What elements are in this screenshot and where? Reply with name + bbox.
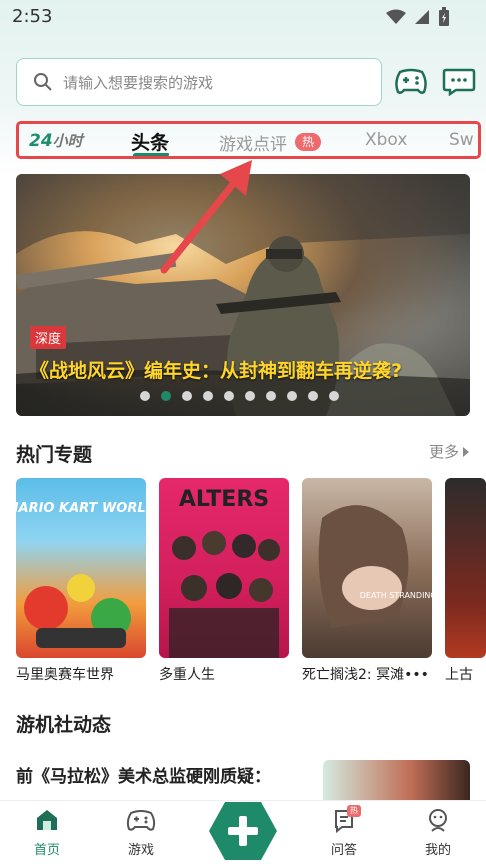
alters-logo-text: ALTERS bbox=[179, 487, 269, 512]
add-post-button[interactable] bbox=[207, 798, 279, 864]
mario-kart-artwork: MARIO KART WORLD bbox=[16, 501, 146, 648]
wifi-icon bbox=[386, 9, 406, 24]
death-stranding-logo-text: DEATH STRANDING 2 bbox=[360, 591, 432, 600]
topic-card-death-stranding-2[interactable]: DEATH STRANDING 2 bbox=[302, 478, 432, 658]
news-item-title[interactable]: 前《马拉松》美术总监硬刚质疑： bbox=[16, 762, 271, 787]
dynamics-title: 游机社动态 bbox=[16, 714, 112, 736]
banner-tag: 深度 bbox=[30, 326, 67, 349]
tab-24-hours[interactable]: 24小时 bbox=[29, 130, 83, 151]
carousel-dot[interactable] bbox=[182, 391, 192, 401]
carousel-dot[interactable] bbox=[140, 391, 150, 401]
battery-icon bbox=[439, 7, 449, 26]
carousel-dot[interactable] bbox=[308, 391, 318, 401]
hot-badge: 热 bbox=[295, 133, 321, 151]
tab-xbox[interactable]: Xbox bbox=[365, 130, 407, 150]
carousel-dot[interactable] bbox=[245, 391, 255, 401]
carousel-dot[interactable] bbox=[161, 391, 171, 401]
search-placeholder: 请输入想要搜索的游戏 bbox=[63, 73, 214, 92]
more-link[interactable]: 更多 bbox=[429, 441, 470, 462]
status-icons bbox=[386, 7, 450, 27]
carousel-dot[interactable] bbox=[287, 391, 297, 401]
nav-home[interactable]: 首页 bbox=[17, 807, 77, 858]
nav-profile-label: 我的 bbox=[424, 843, 451, 858]
carousel-dot[interactable] bbox=[203, 391, 213, 401]
gamepad-icon[interactable] bbox=[394, 66, 428, 96]
topic-card-alters[interactable]: ALTERS bbox=[159, 478, 289, 658]
signal-icon bbox=[415, 10, 429, 24]
topic-card-mario-kart[interactable]: MARIO KART WORLD bbox=[16, 478, 146, 658]
nav-qa[interactable]: 问答 bbox=[314, 807, 374, 858]
carousel-dots bbox=[140, 391, 339, 401]
topic-label-death-stranding: 死亡搁浅2: 冥滩••• bbox=[302, 667, 429, 683]
search-icon bbox=[34, 73, 52, 91]
tab-switch[interactable]: Sw bbox=[449, 130, 474, 150]
carousel-dot[interactable] bbox=[224, 391, 234, 401]
nav-profile[interactable]: 我的 bbox=[408, 807, 468, 858]
topic-label-mario-kart: 马里奥赛车世界 bbox=[16, 667, 114, 683]
tab-24-hours-suffix: 小时 bbox=[52, 132, 83, 150]
chevron-right-icon bbox=[463, 446, 469, 457]
topic-card-elder[interactable] bbox=[445, 478, 486, 658]
nav-games[interactable]: 游戏 bbox=[111, 807, 171, 858]
news-item-thumbnail[interactable] bbox=[323, 760, 470, 804]
more-label: 更多 bbox=[428, 443, 459, 461]
hot-topics-title: 热门专题 bbox=[16, 444, 93, 466]
banner-title: 《战地风云》编年史：从封神到翻车再逆袭? bbox=[30, 360, 403, 382]
topic-label-elder: 上古 bbox=[445, 667, 473, 683]
home-icon bbox=[37, 810, 57, 830]
status-time: 2:53 bbox=[12, 6, 53, 27]
alters-artwork: ALTERS bbox=[169, 487, 280, 658]
topic-label-alters: 多重人生 bbox=[159, 667, 215, 683]
status-bar: 2:53 bbox=[0, 0, 486, 34]
carousel-dot[interactable] bbox=[329, 391, 339, 401]
mario-kart-logo-text: MARIO KART WORLD bbox=[16, 501, 146, 516]
message-icon[interactable] bbox=[442, 66, 476, 96]
search-input[interactable]: 请输入想要搜索的游戏 bbox=[16, 58, 382, 106]
qa-badge: 热 bbox=[347, 805, 361, 817]
gamepad-nav-icon bbox=[126, 810, 156, 831]
death-stranding-artwork: DEATH STRANDING 2 bbox=[318, 505, 432, 628]
nav-home-label: 首页 bbox=[33, 843, 60, 858]
nav-qa-label: 问答 bbox=[330, 843, 357, 858]
tab-24-hours-number: 24 bbox=[29, 131, 53, 151]
annotation-arrow-icon bbox=[160, 160, 252, 274]
profile-icon bbox=[429, 809, 447, 832]
nav-games-label: 游戏 bbox=[127, 843, 154, 858]
carousel-dot[interactable] bbox=[266, 391, 276, 401]
